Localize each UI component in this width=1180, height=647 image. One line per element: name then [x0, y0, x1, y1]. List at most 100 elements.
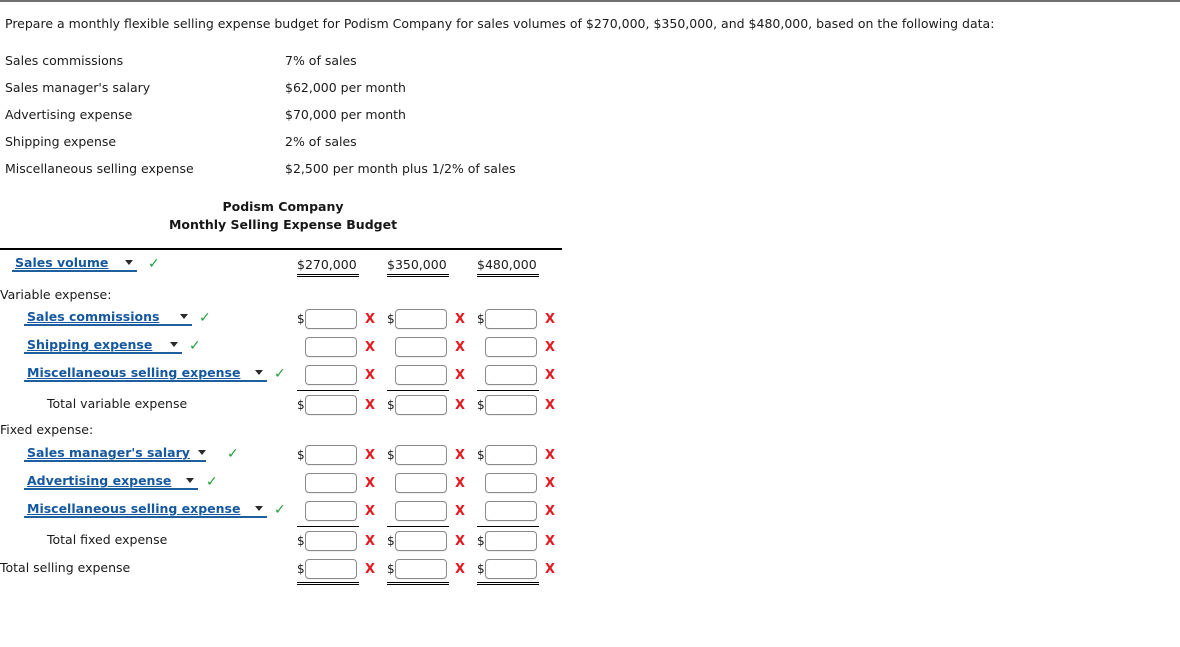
amount-input[interactable]: [485, 337, 537, 357]
column-rule-3: [477, 274, 539, 277]
amount-input[interactable]: [395, 445, 447, 465]
cell-group: $ X: [387, 441, 465, 469]
amount-input[interactable]: [305, 559, 357, 579]
amount-input[interactable]: [395, 337, 447, 357]
check-icon: ✓: [274, 366, 286, 382]
amount-input[interactable]: [395, 473, 447, 493]
amount-input[interactable]: [485, 559, 537, 579]
incorrect-icon: X: [455, 311, 466, 327]
amount-input[interactable]: [485, 309, 537, 329]
amount-input[interactable]: [485, 445, 537, 465]
cell-group: $ X: [477, 391, 555, 419]
currency-symbol: $: [477, 398, 485, 412]
given-label: Advertising expense: [5, 107, 133, 122]
amount-input[interactable]: [305, 531, 357, 551]
given-data-list: Sales commissions 7% of sales Sales mana…: [5, 47, 705, 182]
given-label: Miscellaneous selling expense: [5, 161, 194, 176]
amount-input[interactable]: [485, 501, 537, 521]
table-row-total-fixed: Total fixed expense $ X $ X $ X: [0, 525, 562, 553]
company-name: Podism Company: [222, 199, 344, 214]
incorrect-icon: X: [455, 533, 466, 549]
incorrect-icon: X: [365, 561, 376, 577]
total-variable-label: Total variable expense: [47, 395, 188, 411]
incorrect-icon: X: [455, 447, 466, 463]
dropdown-label: Sales commissions: [27, 309, 160, 324]
amount-input[interactable]: [395, 365, 447, 385]
dropdown-fixed-3[interactable]: Miscellaneous selling expense: [24, 501, 267, 518]
dropdown-fixed-2[interactable]: Advertising expense: [24, 473, 198, 490]
given-value: 2% of sales: [285, 134, 357, 149]
amount-input[interactable]: [305, 395, 357, 415]
dropdown-label: Miscellaneous selling expense: [27, 365, 241, 380]
check-icon: ✓: [199, 310, 211, 326]
cell-group: $ X: [297, 305, 375, 333]
cell-group: $ X: [297, 391, 375, 419]
dropdown-fixed-1[interactable]: Sales manager's salary: [24, 445, 206, 462]
list-item: Advertising expense $70,000 per month: [5, 101, 705, 128]
amount-input[interactable]: [305, 337, 357, 357]
cell-group: $ X: [387, 469, 465, 497]
cell-group: $ X: [477, 441, 555, 469]
amount-input[interactable]: [485, 395, 537, 415]
cell-group: $ X: [477, 555, 555, 583]
incorrect-icon: X: [545, 533, 556, 549]
cell-group: $ X: [477, 361, 555, 389]
incorrect-icon: X: [455, 397, 466, 413]
amount-input[interactable]: [305, 365, 357, 385]
dropdown-sales-volume[interactable]: Sales volume: [12, 255, 137, 272]
amount-input[interactable]: [395, 395, 447, 415]
incorrect-icon: X: [365, 475, 376, 491]
cell-group: $ X: [387, 333, 465, 361]
incorrect-icon: X: [365, 533, 376, 549]
amount-input[interactable]: [305, 473, 357, 493]
cell-group: $ X: [477, 497, 555, 525]
dropdown-variable-1[interactable]: Sales commissions: [24, 309, 192, 326]
amount-input[interactable]: [485, 531, 537, 551]
incorrect-icon: X: [455, 367, 466, 383]
check-icon: ✓: [227, 446, 239, 462]
incorrect-icon: X: [365, 367, 376, 383]
column-rule-1: [297, 274, 359, 277]
incorrect-icon: X: [365, 503, 376, 519]
chevron-down-icon: [170, 342, 178, 347]
incorrect-icon: X: [545, 503, 556, 519]
amount-input[interactable]: [395, 531, 447, 551]
check-icon: ✓: [274, 502, 286, 518]
incorrect-icon: X: [455, 339, 466, 355]
cell-group: $ X: [387, 527, 465, 555]
amount-input[interactable]: [395, 559, 447, 579]
amount-input[interactable]: [485, 473, 537, 493]
amount-input[interactable]: [305, 501, 357, 521]
currency-symbol: $: [477, 534, 485, 548]
amount-input[interactable]: [395, 309, 447, 329]
given-label: Sales commissions: [5, 53, 124, 68]
incorrect-icon: X: [545, 339, 556, 355]
amount-input[interactable]: [395, 501, 447, 521]
incorrect-icon: X: [545, 367, 556, 383]
cell-group: $ X: [297, 527, 375, 555]
cell-group: $ X: [387, 391, 465, 419]
incorrect-icon: X: [455, 561, 466, 577]
chevron-down-icon: [197, 450, 206, 455]
amount-input[interactable]: [305, 309, 357, 329]
list-item: Shipping expense 2% of sales: [5, 128, 705, 155]
currency-symbol: $: [387, 562, 395, 576]
given-label: Sales manager's salary: [5, 80, 151, 95]
amount-input[interactable]: [305, 445, 357, 465]
currency-symbol: $: [387, 534, 395, 548]
currency-symbol: $: [387, 448, 395, 462]
cell-group: $ X: [387, 305, 465, 333]
amount-input[interactable]: [485, 365, 537, 385]
dropdown-variable-2[interactable]: Shipping expense: [24, 337, 182, 354]
cell-group: $ X: [387, 555, 465, 583]
grandtotal-rule-3: [477, 582, 539, 585]
column-rule-2: [387, 274, 449, 277]
dropdown-label: Shipping expense: [27, 337, 153, 352]
table-row-variable-section: Variable expense:: [0, 283, 562, 305]
dropdown-variable-3[interactable]: Miscellaneous selling expense: [24, 365, 267, 382]
chevron-down-icon: [186, 478, 194, 483]
cell-group: $ X: [297, 441, 375, 469]
incorrect-icon: X: [455, 503, 466, 519]
currency-symbol: $: [297, 562, 305, 576]
table-row: Advertising expense ✓ $ X $ X $ X: [0, 469, 562, 497]
